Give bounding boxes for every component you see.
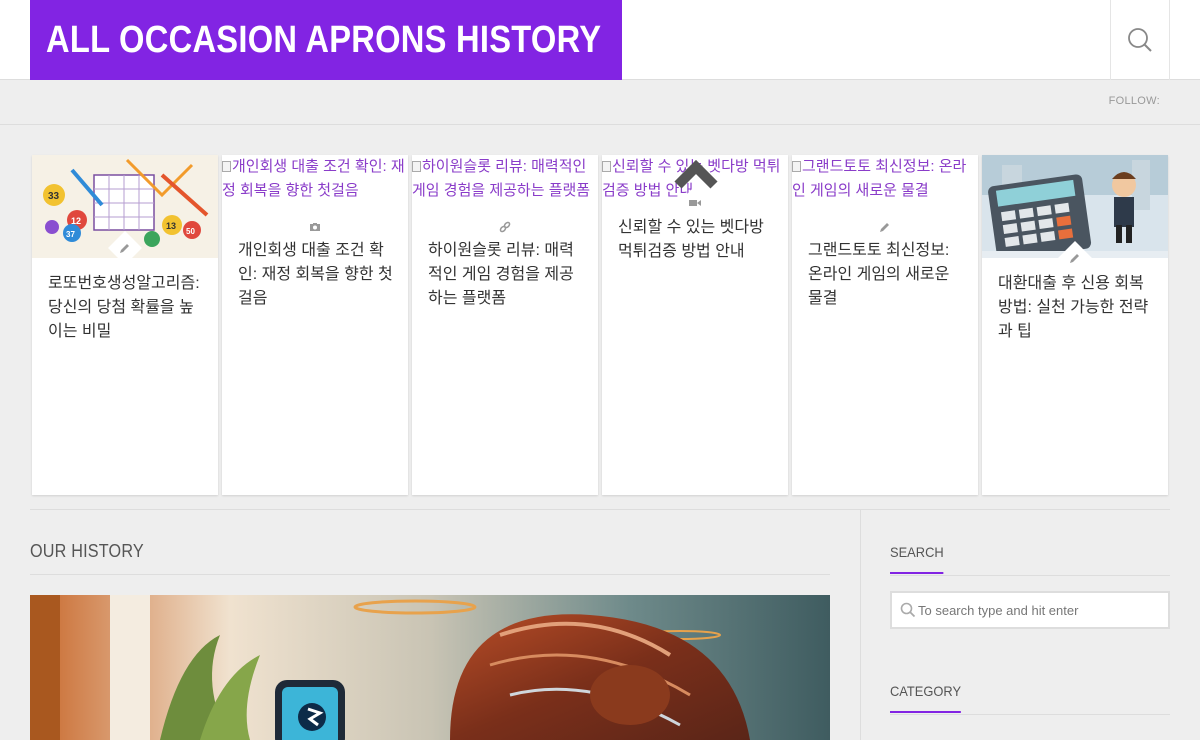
pencil-icon: [1070, 254, 1079, 263]
featured-title[interactable]: 개인회생 대출 조건 확인: 재정 회복을 향한 첫걸음: [238, 239, 394, 311]
camera-icon: [310, 223, 320, 231]
featured-card[interactable]: 대환대출 후 신용 회복 방법: 실천 가능한 전략과 팁: [982, 155, 1168, 495]
sidebar-divider: [860, 510, 861, 740]
hero-image[interactable]: [30, 595, 830, 740]
featured-title[interactable]: 그랜드토토 최신정보: 온라인 게임의 새로운 물결: [808, 239, 964, 311]
featured-card[interactable]: 하이원슬롯 리뷰: 매력적인 게임 경험을 제공하는 플랫폼 하이원슬롯 리뷰:…: [412, 155, 598, 495]
search-widget-heading: SEARCH: [890, 544, 1170, 576]
featured-title[interactable]: 로또번호생성알고리즘: 당신의 당첨 확률을 높이는 비밀: [48, 272, 204, 344]
svg-text:13: 13: [166, 221, 176, 231]
content-divider: [30, 509, 1170, 510]
broken-image-icon: [222, 161, 231, 172]
sidebar-search[interactable]: [890, 591, 1170, 629]
section-heading: OUR HISTORY: [30, 541, 830, 575]
follow-label: FOLLOW:: [1108, 95, 1160, 107]
post-format-badge: [678, 186, 712, 220]
site-header: ALL OCCASION APRONS HISTORY: [0, 0, 1200, 80]
pencil-icon: [120, 244, 129, 253]
search-toggle-button[interactable]: [1110, 0, 1170, 80]
featured-card[interactable]: 33 12 37 13 50 로또번호생성알고리즘: 당신의 당첨 확률을 높이…: [32, 155, 218, 495]
pencil-icon: [880, 223, 889, 232]
post-format-badge: [1058, 241, 1092, 275]
featured-card[interactable]: 개인회생 대출 조건 확인: 재정 회복을 향한 첫걸음 개인회생 대출 조건 …: [222, 155, 408, 495]
site-logo[interactable]: ALL OCCASION APRONS HISTORY: [30, 0, 622, 80]
category-widget-title: CATEGORY: [890, 683, 962, 713]
featured-title[interactable]: 대환대출 후 신용 회복 방법: 실천 가능한 전략과 팁: [998, 272, 1154, 344]
svg-text:50: 50: [186, 227, 195, 236]
link-icon: [499, 221, 511, 233]
video-icon: [689, 200, 701, 206]
svg-text:33: 33: [48, 191, 60, 202]
featured-title[interactable]: 신뢰할 수 있는 벳다방 먹튀검증 방법 안내: [618, 216, 774, 264]
broken-image-icon: [412, 161, 421, 172]
search-input[interactable]: [918, 593, 1164, 627]
search-icon: [900, 602, 916, 618]
broken-image-icon: [792, 161, 801, 172]
search-icon: [1128, 28, 1152, 52]
post-format-badge: [108, 231, 142, 265]
featured-title[interactable]: 하이원슬롯 리뷰: 매력적인 게임 경험을 제공하는 플랫폼: [428, 239, 584, 311]
featured-card[interactable]: 그랜드토토 최신정보: 온라인 게임의 새로운 물결 그랜드토토 최신정보: 온…: [792, 155, 978, 495]
featured-image-broken[interactable]: 그랜드토토 최신정보: 온라인 게임의 새로운 물결: [792, 155, 978, 203]
sub-header-bar: FOLLOW:: [0, 80, 1200, 125]
featured-image-broken[interactable]: 개인회생 대출 조건 확인: 재정 회복을 향한 첫걸음: [222, 155, 408, 203]
chevron-up-icon[interactable]: [674, 159, 718, 189]
search-widget-title: SEARCH: [890, 544, 944, 574]
featured-image-broken[interactable]: 하이원슬롯 리뷰: 매력적인 게임 경험을 제공하는 플랫폼: [412, 155, 598, 203]
broken-image-icon: [602, 161, 611, 172]
svg-text:37: 37: [66, 230, 75, 239]
category-widget-heading: CATEGORY: [890, 683, 1170, 715]
featured-posts: 33 12 37 13 50 로또번호생성알고리즘: 당신의 당첨 확률을 높이…: [32, 155, 1168, 495]
section-title: OUR HISTORY: [30, 541, 144, 561]
featured-card[interactable]: 신뢰할 수 있는 벳다방 먹튀검증 방법 안내 신뢰할 수 있는 벳다방 먹튀검…: [602, 155, 788, 495]
